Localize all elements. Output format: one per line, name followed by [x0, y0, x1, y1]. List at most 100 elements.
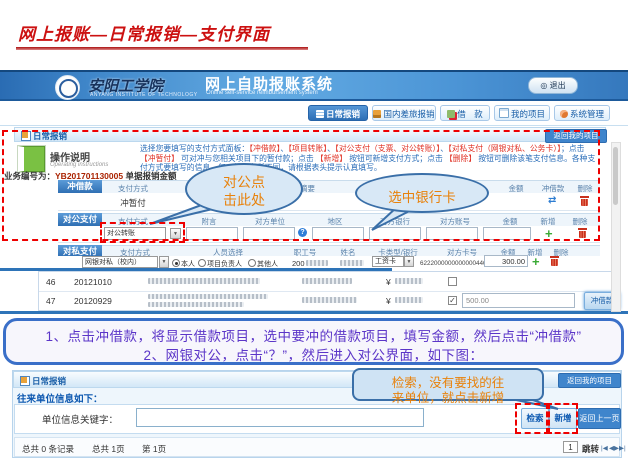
radio-project-leader[interactable] [198, 259, 206, 267]
redacted-text [302, 297, 357, 303]
tab-label: 系统管理 [570, 109, 604, 119]
panel-grid-icon [20, 376, 30, 386]
delete-icon[interactable] [550, 256, 559, 266]
page-jump-input[interactable]: 1 [563, 441, 578, 453]
screenshot-root: 网上报账—日常报销—支付界面 安阳工学院 ANYANG INSTITUTE OF… [0, 0, 628, 472]
title-underline [16, 47, 308, 50]
memo-input[interactable] [186, 227, 238, 240]
fragment-divider [0, 311, 628, 314]
radio-other[interactable] [248, 259, 256, 267]
redacted-text [302, 278, 352, 284]
tab-label: 日常报销 [326, 109, 360, 119]
keyword-label: 单位信息关键字： [42, 412, 118, 426]
jump-label: 跳转 [582, 443, 599, 455]
page-title: 网上报账—日常报销—支付界面 [18, 20, 270, 45]
callout-text: 对公点 [187, 172, 301, 192]
offset-amount-input[interactable]: 500.00 [462, 293, 575, 308]
callout-text: 选中银行卡 [357, 186, 487, 206]
delete-icon[interactable] [580, 196, 589, 206]
tab-travel-expense[interactable]: 国内差旅报销 [372, 105, 436, 121]
chong-section-label: 冲借款 [58, 180, 102, 193]
callout-search-add: 检索，没有要找的往 来单位，就点击新增 [352, 368, 544, 401]
logout-icon: ◎ [540, 81, 547, 90]
callout-duigong: 对公点 击此处 [185, 163, 303, 215]
logout-button[interactable]: ◎ 退出 [528, 77, 578, 94]
staff-id-value: 200 [292, 259, 305, 268]
button-label: 返回我的项目 [554, 131, 599, 140]
borrow-row-date: 20120929 [74, 296, 112, 306]
amount-input[interactable] [483, 227, 531, 240]
radio-self[interactable] [172, 259, 180, 267]
add-button[interactable]: 新增 [549, 408, 577, 429]
note-line-2: 2、网银对公，点击“？”，然后进入对公界面，如下图： [6, 344, 621, 364]
keyword-input[interactable] [136, 408, 424, 427]
add-row-icon[interactable]: + [545, 226, 553, 241]
chevron-down-icon[interactable]: ▼ [170, 228, 181, 239]
button-label: 返回我的项目 [567, 376, 612, 385]
tab-loan[interactable]: 借 款 [440, 105, 490, 121]
search-button[interactable]: 检索 [521, 408, 549, 429]
note-box: 1、点击冲借款，将显示借款项目，选中要冲的借款项目，填写金额，然后点击“冲借款”… [3, 318, 624, 365]
daily-expense-icon [316, 110, 324, 118]
scrollbar-thumb[interactable] [613, 147, 618, 205]
panel2-title: 日常报销 [32, 375, 66, 387]
tab-system-admin[interactable]: 系统管理 [554, 105, 610, 121]
current-page: 第 1页 [142, 443, 166, 455]
back-page-button[interactable]: 返回上一页 [578, 408, 621, 429]
borrow-row-index: 46 [46, 277, 55, 287]
chevron-down-icon[interactable]: ▼ [404, 256, 414, 267]
card-number-value: 622200000000000044664 [420, 260, 494, 267]
scrollbar[interactable] [611, 142, 621, 312]
add-row-icon[interactable]: + [532, 254, 540, 269]
redacted-amount [395, 278, 423, 284]
amount-input[interactable]: 300.00 [484, 255, 528, 267]
offset-loan-icon[interactable]: ⇄ [548, 195, 556, 206]
tab-my-projects[interactable]: 我的项目 [494, 105, 550, 121]
tab-daily-expense[interactable]: 日常报销 [308, 105, 368, 121]
total-records: 总共 0 条记录 [22, 443, 74, 455]
help-icon[interactable]: ? [298, 228, 307, 237]
redacted-staff-id [306, 260, 328, 266]
logout-label: 退出 [550, 81, 566, 90]
duigong-section-label: 对公支付 [58, 213, 102, 226]
note-line-1: 1、点击冲借款，将显示借款项目，选中要冲的借款项目，填写金额，然后点击“冲借款” [6, 325, 621, 345]
redacted-amount [395, 297, 423, 303]
system-admin-icon [560, 110, 568, 118]
redacted-name [340, 260, 364, 266]
tab-label: 借 款 [457, 109, 483, 119]
region-input[interactable] [312, 227, 364, 240]
currency-symbol: ¥ [386, 277, 391, 287]
currency-symbol: ¥ [386, 296, 391, 306]
check-icon: ✓ [449, 296, 456, 305]
row-checkbox-checked[interactable]: ✓ [448, 296, 457, 305]
tab-label: 国内差旅报销 [383, 109, 434, 119]
my-projects-icon [499, 108, 509, 118]
system-subtitle: Online self-service reimbursement system [206, 90, 318, 96]
school-name-en: ANYANG INSTITUTE OF TECHNOLOGY [90, 92, 198, 98]
chevron-down-icon[interactable]: ▼ [159, 256, 169, 268]
redacted-text [148, 302, 244, 307]
redacted-text [148, 278, 260, 284]
section-title: 往来单位信息如下： [17, 391, 103, 405]
row-divider [39, 291, 617, 292]
first-page-icon[interactable]: |◀ [601, 444, 608, 452]
payment-method-select[interactable]: 对公转账 [104, 227, 166, 240]
back-to-projects-button-bottom[interactable]: 返回我的项目 [558, 373, 621, 388]
total-pages: 总共 1页 [92, 443, 125, 455]
delete-icon[interactable] [578, 228, 587, 238]
travel-expense-icon [373, 110, 381, 118]
payment-method-select[interactable]: 网银对私（校内） [82, 256, 158, 268]
last-page-icon[interactable]: ▶| [619, 444, 626, 452]
app-banner: 安阳工学院 ANYANG INSTITUTE OF TECHNOLOGY 网上自… [0, 70, 628, 101]
payee-unit-input[interactable] [243, 227, 295, 240]
back-to-projects-button-top[interactable]: 返回我的项目 [545, 129, 607, 143]
panel-grid-icon [21, 131, 31, 141]
card-type-select[interactable]: 工资卡 [372, 256, 404, 267]
tab-label: 我的项目 [511, 109, 545, 119]
payee-account-input[interactable] [426, 227, 478, 240]
row-checkbox[interactable] [448, 277, 457, 286]
university-logo [55, 75, 80, 100]
borrow-row-date: 20121010 [74, 277, 112, 287]
payee-bank-input[interactable] [369, 227, 421, 240]
instructions-title-en: Operating instructions [50, 162, 108, 168]
